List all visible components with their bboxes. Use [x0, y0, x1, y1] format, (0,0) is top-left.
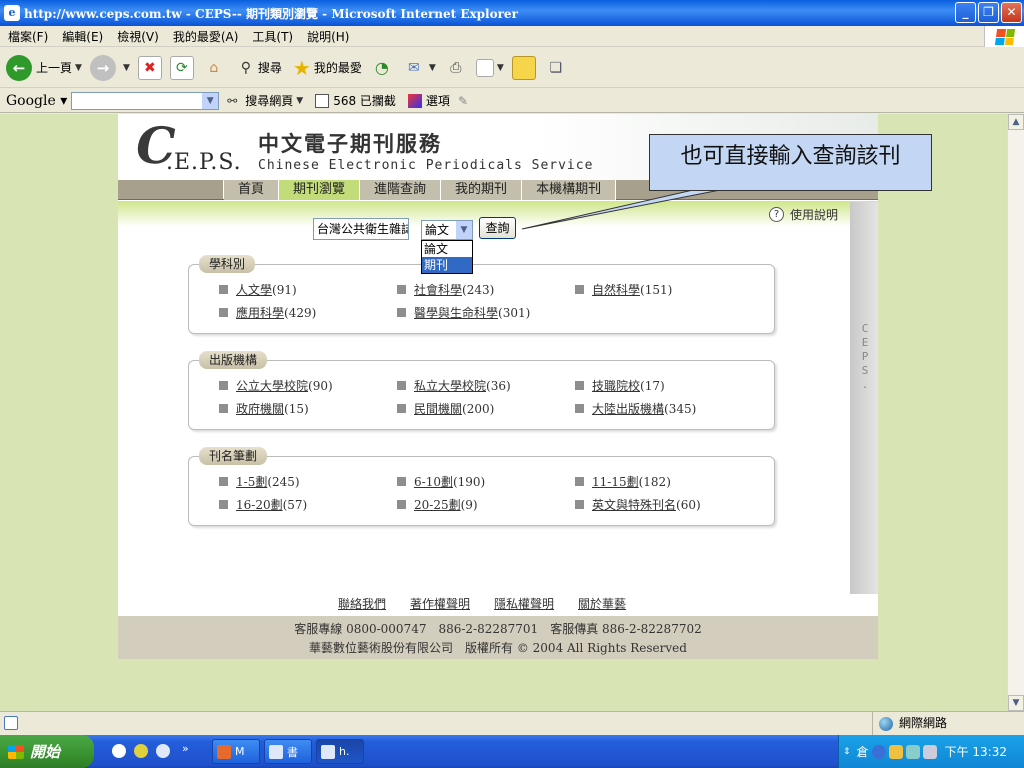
- callout-pointer: [521, 189, 721, 230]
- annotation-callout: 也可直接輸入查詢該刊: [649, 134, 932, 191]
